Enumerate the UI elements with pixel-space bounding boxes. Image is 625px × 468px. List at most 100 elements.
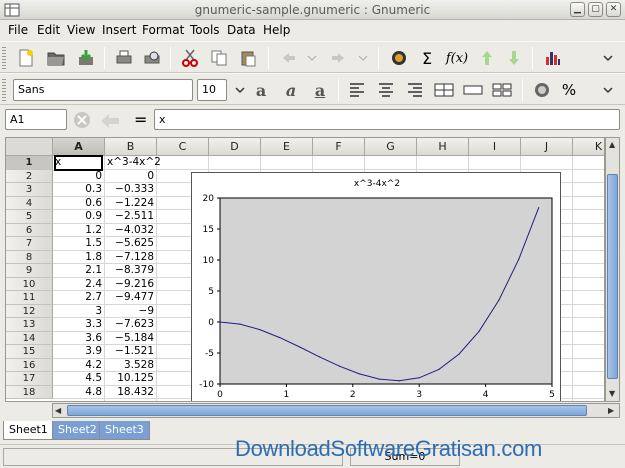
chart-icon[interactable] bbox=[541, 46, 565, 70]
row-header-14[interactable]: 14 bbox=[6, 331, 53, 345]
cell-b9[interactable]: −8.379 bbox=[107, 264, 154, 278]
row-header-2[interactable]: 2 bbox=[6, 169, 53, 183]
paste-icon[interactable] bbox=[236, 46, 260, 70]
cell-a7[interactable]: 1.5 bbox=[55, 237, 102, 251]
sort-ascending-icon[interactable] bbox=[475, 46, 499, 70]
formula-entry[interactable]: x bbox=[154, 109, 620, 130]
italic-icon[interactable]: a bbox=[279, 78, 303, 102]
accept-edit-icon[interactable] bbox=[98, 108, 122, 132]
row-header-3[interactable]: 3 bbox=[6, 183, 53, 197]
column-header-h[interactable]: H bbox=[417, 138, 469, 156]
close-button[interactable]: ✕ bbox=[606, 2, 621, 17]
new-icon[interactable] bbox=[14, 46, 38, 70]
cell-a8[interactable]: 1.8 bbox=[55, 251, 102, 265]
menu-help[interactable]: Help bbox=[263, 23, 290, 37]
toolbar-overflow-icon[interactable] bbox=[596, 46, 620, 70]
column-header-a[interactable]: A bbox=[53, 138, 105, 156]
row-header-11[interactable]: 11 bbox=[6, 291, 53, 305]
menu-format[interactable]: Format bbox=[142, 23, 184, 37]
column-header-b[interactable]: B bbox=[105, 138, 157, 156]
cancel-edit-icon[interactable] bbox=[70, 108, 94, 132]
cell-b8[interactable]: −7.128 bbox=[107, 251, 154, 265]
cell-a14[interactable]: 3.6 bbox=[55, 332, 102, 346]
print-icon[interactable] bbox=[112, 46, 136, 70]
row-header-12[interactable]: 12 bbox=[6, 304, 53, 318]
sheet-tab-3[interactable]: Sheet3 bbox=[99, 421, 150, 440]
row-header-5[interactable]: 5 bbox=[6, 210, 53, 224]
chart-object[interactable]: x^3-4x^2 20 15 10 5 0 -5 -10 0 1 2 3 4 5 bbox=[191, 172, 561, 401]
function-icon[interactable]: f(x) bbox=[445, 46, 469, 70]
row-header-15[interactable]: 15 bbox=[6, 345, 53, 359]
cell-a9[interactable]: 2.1 bbox=[55, 264, 102, 278]
column-header-g[interactable]: G bbox=[365, 138, 417, 156]
cell-a6[interactable]: 1.2 bbox=[55, 224, 102, 238]
menu-edit[interactable]: Edit bbox=[37, 23, 60, 37]
percent-format-icon[interactable]: % bbox=[557, 78, 581, 102]
cell-a4[interactable]: 0.6 bbox=[55, 197, 102, 211]
row-header-7[interactable]: 7 bbox=[6, 237, 53, 251]
cell-a3[interactable]: 0.3 bbox=[55, 183, 102, 197]
vertical-scrollbar[interactable]: ▲ ▼ bbox=[605, 137, 620, 402]
undo-icon[interactable] bbox=[277, 46, 301, 70]
row-header-13[interactable]: 13 bbox=[6, 318, 53, 332]
column-header-i[interactable]: I bbox=[469, 138, 521, 156]
cell-a15[interactable]: 3.9 bbox=[55, 345, 102, 359]
toolbar-grip[interactable] bbox=[2, 47, 6, 69]
row-header-8[interactable]: 8 bbox=[6, 250, 53, 264]
cell-a5[interactable]: 0.9 bbox=[55, 210, 102, 224]
underline-icon[interactable]: a bbox=[308, 78, 332, 102]
row-header-16[interactable]: 16 bbox=[6, 358, 53, 372]
row-header-10[interactable]: 10 bbox=[6, 277, 53, 291]
column-header-d[interactable]: D bbox=[209, 138, 261, 156]
currency-format-icon[interactable] bbox=[530, 78, 554, 102]
cell-b2[interactable]: 0 bbox=[107, 170, 154, 184]
center-across-icon[interactable] bbox=[461, 78, 485, 102]
cell-a13[interactable]: 3.3 bbox=[55, 318, 102, 332]
cut-icon[interactable] bbox=[178, 46, 202, 70]
cell-b12[interactable]: −9 bbox=[107, 305, 154, 319]
cell-a17[interactable]: 4.5 bbox=[55, 372, 102, 386]
bold-icon[interactable]: a bbox=[249, 78, 273, 102]
split-cells-icon[interactable] bbox=[490, 78, 514, 102]
save-icon[interactable] bbox=[74, 46, 98, 70]
cell-a18[interactable]: 4.8 bbox=[55, 386, 102, 400]
column-header-c[interactable]: C bbox=[157, 138, 209, 156]
vertical-scroll-thumb[interactable] bbox=[607, 174, 618, 379]
cell-b4[interactable]: −1.224 bbox=[107, 197, 154, 211]
formula-equals-label[interactable]: = bbox=[134, 110, 147, 129]
menu-data[interactable]: Data bbox=[227, 23, 256, 37]
minimize-button[interactable]: ▁ bbox=[570, 2, 585, 17]
cell-b10[interactable]: −9.216 bbox=[107, 278, 154, 292]
select-all-corner[interactable] bbox=[6, 138, 53, 156]
cell-b7[interactable]: −5.625 bbox=[107, 237, 154, 251]
horizontal-scrollbar[interactable]: ◀ ▶ bbox=[52, 403, 620, 418]
sort-descending-icon[interactable] bbox=[502, 46, 526, 70]
toolbar-overflow-icon[interactable] bbox=[596, 78, 620, 102]
row-header-4[interactable]: 4 bbox=[6, 196, 53, 210]
maximize-button[interactable]: ▢ bbox=[588, 2, 603, 17]
undo-dropdown-icon[interactable] bbox=[300, 46, 324, 70]
cell-b11[interactable]: −9.477 bbox=[107, 291, 154, 305]
column-header-j[interactable]: J bbox=[521, 138, 573, 156]
copy-icon[interactable] bbox=[207, 46, 231, 70]
sheet-tab-1[interactable]: Sheet1 bbox=[3, 421, 54, 440]
cell-a1[interactable]: x bbox=[54, 155, 103, 171]
open-icon[interactable] bbox=[44, 46, 68, 70]
row-header-18[interactable]: 18 bbox=[6, 385, 53, 399]
font-name-field[interactable]: Sans bbox=[13, 79, 193, 101]
row-header-6[interactable]: 6 bbox=[6, 223, 53, 237]
cell-b17[interactable]: 10.125 bbox=[107, 372, 154, 386]
column-header-e[interactable]: E bbox=[261, 138, 313, 156]
cell-b13[interactable]: −7.623 bbox=[107, 318, 154, 332]
sum-icon[interactable]: Σ bbox=[415, 46, 439, 70]
column-header-f[interactable]: F bbox=[313, 138, 365, 156]
row-header-1[interactable]: 1 bbox=[6, 156, 53, 170]
cell-b14[interactable]: −5.184 bbox=[107, 332, 154, 346]
cell-b5[interactable]: −2.511 bbox=[107, 210, 154, 224]
scroll-right-icon[interactable]: ▶ bbox=[608, 406, 614, 415]
cell-a10[interactable]: 2.4 bbox=[55, 278, 102, 292]
menu-insert[interactable]: Insert bbox=[102, 23, 136, 37]
scroll-down-icon[interactable]: ▼ bbox=[609, 389, 615, 398]
menu-file[interactable]: File bbox=[8, 23, 28, 37]
cell-name-box[interactable]: A1 bbox=[5, 109, 67, 130]
